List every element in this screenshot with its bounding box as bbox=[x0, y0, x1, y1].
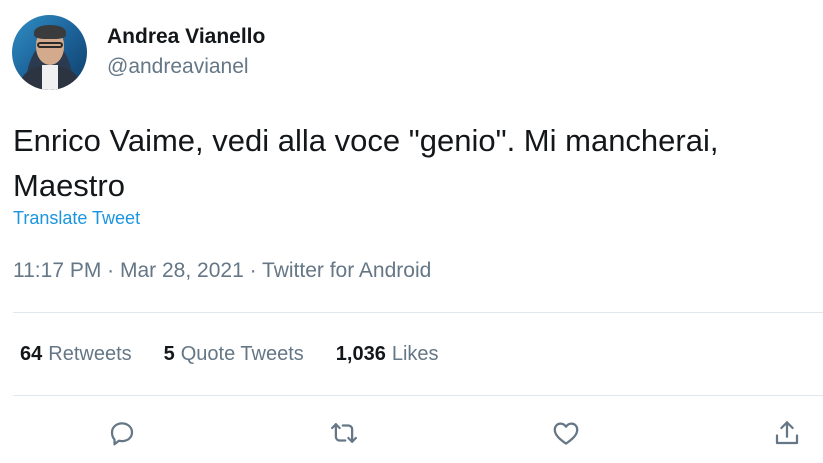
like-button[interactable] bbox=[548, 415, 584, 451]
heart-icon bbox=[553, 422, 579, 445]
reply-icon bbox=[110, 422, 134, 446]
tweet-actions bbox=[0, 415, 823, 455]
likes-label: Likes bbox=[391, 343, 439, 365]
meta-separator: · bbox=[101, 259, 120, 282]
divider bbox=[13, 395, 823, 396]
tweet-meta: 11:17 PM · Mar 28, 2021 · Twitter for An… bbox=[13, 259, 431, 283]
meta-separator: · bbox=[243, 259, 263, 282]
divider bbox=[13, 312, 823, 313]
share-button[interactable] bbox=[769, 415, 805, 451]
quote-tweets-count: 5 bbox=[163, 343, 175, 365]
tweet-stats: 64 Retweets 5 Quote Tweets 1,036 Likes bbox=[20, 343, 471, 366]
reply-button[interactable] bbox=[104, 415, 140, 451]
quote-tweets-label: Quote Tweets bbox=[180, 343, 304, 365]
tweet-time[interactable]: 11:17 PM bbox=[13, 259, 101, 282]
quote-tweets-stat[interactable]: 5 Quote Tweets bbox=[164, 343, 304, 366]
share-icon bbox=[775, 421, 799, 445]
tweet-header: Andrea Vianello @andreavianel bbox=[12, 14, 265, 90]
likes-stat[interactable]: 1,036 Likes bbox=[336, 343, 439, 366]
display-name[interactable]: Andrea Vianello bbox=[107, 24, 265, 50]
user-names: Andrea Vianello @andreavianel bbox=[107, 24, 265, 80]
user-handle[interactable]: @andreavianel bbox=[107, 54, 265, 80]
retweet-button[interactable] bbox=[326, 415, 362, 451]
likes-count: 1,036 bbox=[335, 343, 386, 365]
tweet-source[interactable]: Twitter for Android bbox=[262, 259, 431, 282]
retweet-icon bbox=[331, 423, 357, 443]
avatar[interactable] bbox=[12, 14, 87, 90]
retweets-stat[interactable]: 64 Retweets bbox=[20, 343, 132, 366]
translate-tweet-link[interactable]: Translate Tweet bbox=[13, 208, 140, 229]
retweets-label: Retweets bbox=[48, 343, 132, 365]
tweet-date[interactable]: Mar 28, 2021 bbox=[120, 259, 244, 282]
tweet-text: Enrico Vaime, vedi alla voce "genio". Mi… bbox=[13, 123, 719, 203]
retweets-count: 64 bbox=[20, 343, 43, 365]
